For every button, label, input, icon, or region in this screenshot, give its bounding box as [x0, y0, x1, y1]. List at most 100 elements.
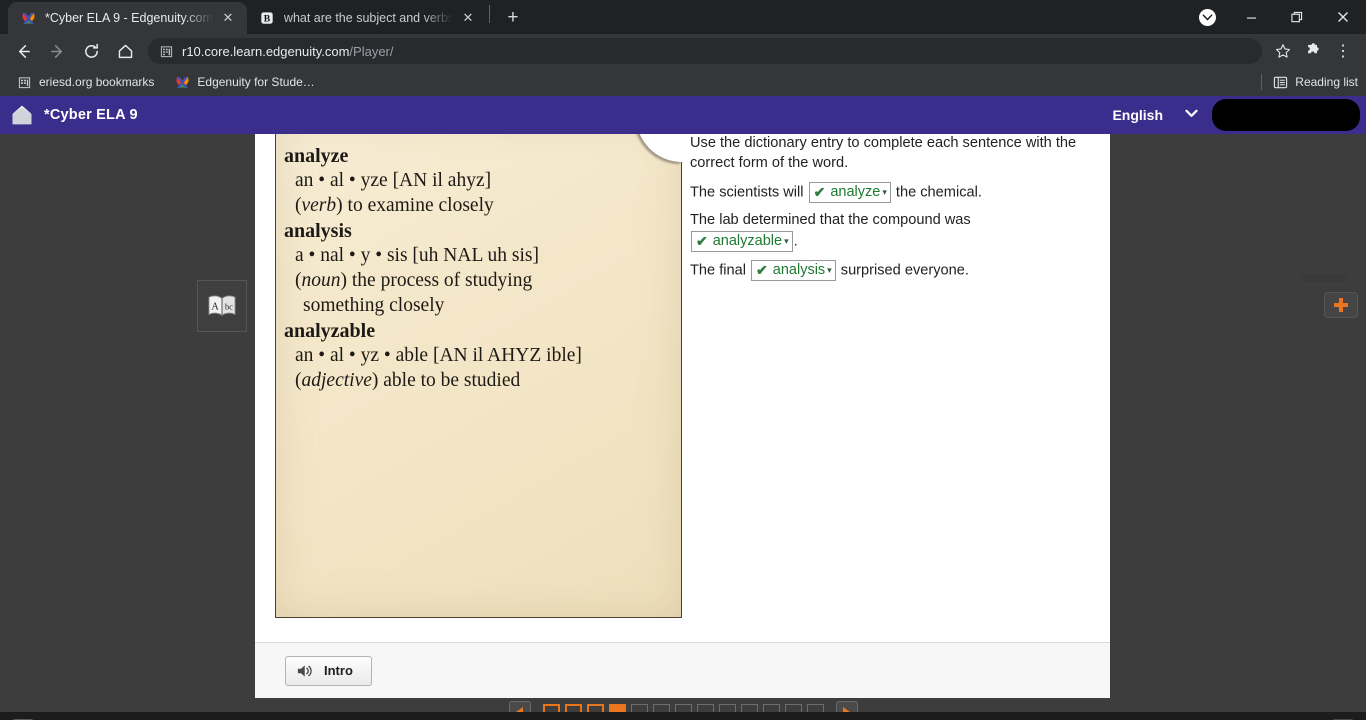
chrome-menu-icon[interactable]: ⋮	[1328, 36, 1358, 66]
sentence-after: surprised everyone.	[840, 261, 969, 278]
add-note-icon[interactable]	[1324, 292, 1358, 318]
bookmark-label: eriesd.org bookmarks	[39, 75, 155, 89]
sentence-1: The lab determined that the compound was…	[690, 211, 1090, 252]
lesson-frame: analyze an • al • yze [AN il ahyz] (verb…	[255, 134, 1110, 698]
answer-dropdown-2[interactable]: ✔ analysis ▾	[751, 259, 836, 281]
reading-list-button[interactable]: Reading list	[1261, 74, 1358, 90]
extensions-puzzle-icon[interactable]	[1298, 36, 1328, 66]
glossary-icon[interactable]: A bc	[197, 280, 247, 332]
sentence-after: the chemical.	[895, 184, 982, 201]
dictionary-entry-0: analyze an • al • yze [AN il ahyz] (verb…	[284, 145, 667, 218]
header-right: English	[1112, 96, 1366, 134]
intro-audio-button[interactable]: Intro	[285, 655, 372, 686]
browser-tab-1[interactable]: *Cyber ELA 9 - Edgenuity.com ✕	[8, 2, 247, 34]
dictionary-word: analyzable	[284, 320, 376, 342]
dictionary-syllables: a • nal • y • sis [uh NAL uh sis]	[295, 245, 539, 266]
home-button[interactable]	[110, 36, 140, 66]
svg-text:A: A	[211, 302, 219, 313]
chevron-down-icon: ▾	[882, 187, 887, 197]
part-of-speech: verb	[301, 195, 337, 216]
check-icon: ✔	[813, 184, 826, 200]
definition-text: the process of studying	[351, 270, 533, 291]
toolbar-right: ⋮	[1268, 36, 1358, 66]
side-toolbar-stub	[1300, 274, 1348, 282]
answer-dropdown-1[interactable]: ✔ analyzable ▾	[691, 230, 793, 252]
dictionary-definition: (verb) to examine closely	[295, 195, 494, 216]
address-bar[interactable]: r10.core.learn.edgenuity.com/Player/	[148, 38, 1262, 64]
question-prompt: Use the dictionary entry to complete eac…	[690, 135, 1077, 171]
language-label: English	[1112, 107, 1163, 123]
chevron-down-icon	[1185, 109, 1198, 121]
answer-value: analysis	[772, 261, 826, 278]
activity-bar: Previous Activity Next Activity	[0, 712, 1366, 720]
maximize-button[interactable]	[1274, 0, 1320, 34]
back-button[interactable]	[8, 36, 38, 66]
dictionary-word: analyze	[284, 145, 349, 167]
edgenuity-app: *Cyber ELA 9 English A bc analyze an • a…	[0, 96, 1366, 720]
tab-title: what are the subject and verbs o	[283, 11, 453, 25]
tab-strip: *Cyber ELA 9 - Edgenuity.com ✕ B what ar…	[0, 0, 1366, 34]
new-tab-button[interactable]: +	[498, 3, 528, 33]
edgenuity-x-icon	[20, 10, 36, 26]
language-selector[interactable]: English	[1112, 107, 1212, 123]
sentence-2: The final ✔ analysis ▾ surprised everyone.	[690, 259, 1090, 281]
svg-text:bc: bc	[225, 303, 233, 312]
answer-dropdown-0[interactable]: ✔ analyze ▾	[808, 182, 891, 203]
dictionary-syllables: an • al • yze [AN il ahyz]	[295, 170, 492, 191]
bookmark-star-icon[interactable]	[1268, 36, 1298, 66]
chevron-down-icon: ▾	[827, 264, 832, 275]
profile-avatar[interactable]	[1190, 0, 1224, 34]
browser-toolbar: r10.core.learn.edgenuity.com/Player/ ⋮	[0, 34, 1366, 68]
browser-chrome: *Cyber ELA 9 - Edgenuity.com ✕ B what ar…	[0, 0, 1366, 96]
part-of-speech: noun	[301, 270, 341, 291]
answer-value: analyze	[830, 184, 881, 200]
lesson-footer: Intro	[255, 642, 1110, 698]
sentence-before: The scientists will	[690, 184, 804, 201]
sentence-after: .	[793, 232, 798, 249]
bookmarks-bar: eriesd.org bookmarks Edgenuity for Stude…	[0, 68, 1366, 96]
forward-button[interactable]	[42, 36, 72, 66]
dictionary-entry-1: analysis a • nal • y • sis [uh NAL uh si…	[284, 220, 667, 318]
check-icon: ✔	[696, 232, 708, 249]
answer-value: analyzable	[712, 232, 783, 249]
tab-close-icon[interactable]: ✕	[219, 9, 237, 27]
dictionary-definition: (adjective) able to be studied	[295, 370, 521, 391]
sentence-before: The final	[690, 261, 746, 278]
question-panel: Use the dictionary entry to complete eac…	[690, 134, 1090, 289]
bookmark-item-0[interactable]: eriesd.org bookmarks	[8, 71, 162, 93]
url-host: r10.core.learn.edgenuity.com	[182, 43, 350, 59]
dictionary-entries: analyze an • al • yze [AN il ahyz] (verb…	[276, 135, 681, 617]
check-icon: ✔	[756, 261, 768, 278]
speaker-icon	[296, 663, 315, 679]
edgenuity-x-icon	[174, 75, 190, 90]
dictionary-paper: analyze an • al • yze [AN il ahyz] (verb…	[275, 134, 682, 618]
minimize-button[interactable]	[1228, 0, 1274, 34]
tab-close-icon[interactable]: ✕	[459, 9, 477, 27]
reload-button[interactable]	[76, 36, 106, 66]
tab-divider	[488, 4, 490, 23]
dictionary-syllables: an • al • yz • able [AN il AHYZ ible]	[295, 345, 582, 366]
home-icon[interactable]	[0, 104, 44, 126]
browser-tab-2[interactable]: B what are the subject and verbs o ✕	[247, 2, 487, 34]
intro-label: Intro	[324, 663, 353, 678]
sentence-before: The lab determined that the compound was	[690, 212, 971, 228]
folder-icon	[16, 76, 32, 89]
address-bar-text: r10.core.learn.edgenuity.com/Player/	[182, 44, 394, 59]
part-of-speech: adjective	[301, 370, 372, 391]
definition-text: able to be studied	[383, 370, 521, 391]
bookmark-item-1[interactable]: Edgenuity for Stude…	[166, 71, 322, 93]
dictionary-definition: (noun) the process of studying	[295, 270, 533, 291]
dictionary-word: analysis	[284, 220, 352, 242]
course-title: *Cyber ELA 9	[44, 107, 138, 123]
reading-list-label: Reading list	[1295, 75, 1358, 89]
bookmarks-divider	[1261, 74, 1263, 90]
site-info-icon[interactable]	[158, 45, 174, 58]
window-controls	[1190, 0, 1366, 34]
bookmark-label: Edgenuity for Stude…	[197, 75, 315, 89]
lesson-content: analyze an • al • yze [AN il ahyz] (verb…	[255, 134, 1110, 642]
definition-text: to examine closely	[347, 195, 494, 216]
close-window-button[interactable]	[1320, 0, 1366, 34]
svg-text:B: B	[264, 14, 271, 25]
url-path: /Player/	[349, 43, 394, 59]
tab-title: *Cyber ELA 9 - Edgenuity.com	[45, 11, 213, 25]
